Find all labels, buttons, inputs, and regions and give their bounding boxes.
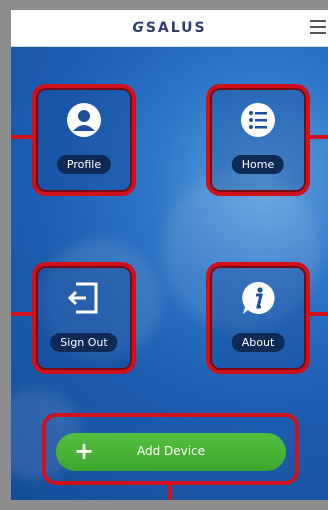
- add-device-button[interactable]: + Add Device: [56, 433, 286, 471]
- add-device-highlight: + Add Device: [42, 413, 299, 485]
- home-label: Home: [231, 155, 285, 174]
- about-label: About: [231, 333, 285, 352]
- home-tile[interactable]: Home: [206, 84, 310, 196]
- connector-line: [168, 485, 172, 500]
- home-list-icon: [241, 103, 275, 137]
- profile-tile[interactable]: Profile: [32, 84, 136, 196]
- brand-name: SALUS: [145, 20, 207, 36]
- profile-label: Profile: [56, 155, 112, 174]
- hamburger-menu-icon[interactable]: [310, 20, 326, 34]
- sign-out-icon: [67, 282, 98, 314]
- sign-out-tile[interactable]: Sign Out: [32, 262, 136, 374]
- connector-line: [310, 135, 328, 139]
- app-screen: GSALUS Profile Home Sign Out About + Add…: [11, 10, 328, 500]
- brand-mark: G: [132, 20, 146, 36]
- connector-line: [11, 312, 33, 316]
- profile-icon: [67, 103, 101, 137]
- info-icon: [242, 281, 275, 314]
- brand-logo: GSALUS: [11, 20, 328, 36]
- add-device-label: Add Device: [136, 444, 206, 458]
- top-bar: GSALUS: [11, 10, 328, 47]
- connector-line: [310, 312, 328, 316]
- connector-line: [11, 135, 33, 139]
- about-tile[interactable]: About: [206, 262, 310, 374]
- sign-out-label: Sign Out: [50, 333, 118, 352]
